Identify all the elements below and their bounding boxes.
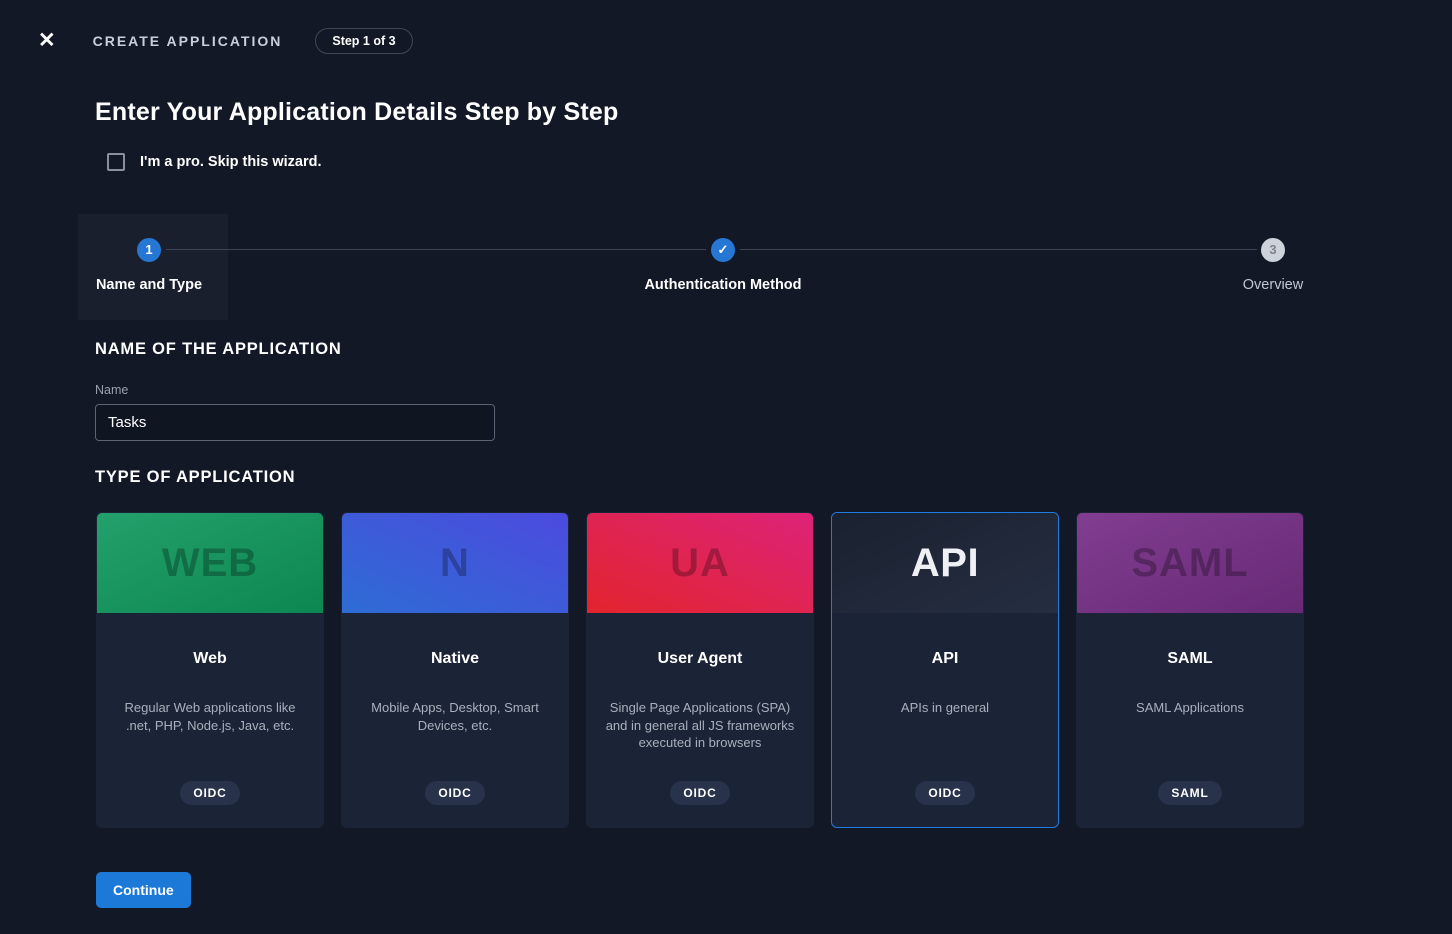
- application-type-cards: WEB Web Regular Web applications like .n…: [96, 512, 1452, 828]
- card-description: Mobile Apps, Desktop, Smart Devices, etc…: [360, 699, 550, 734]
- wizard-title: CREATE APPLICATION: [93, 33, 283, 49]
- skip-wizard-checkbox[interactable]: [107, 153, 125, 171]
- step-label: Overview: [1173, 277, 1373, 293]
- card-title: SAML: [1167, 650, 1212, 668]
- step-label: Name and Type: [49, 277, 249, 293]
- card-header: N: [342, 513, 568, 613]
- card-header: WEB: [97, 513, 323, 613]
- card-body: User Agent Single Page Applications (SPA…: [587, 613, 813, 827]
- card-abbreviation: UA: [670, 541, 730, 586]
- step-count-badge: Step 1 of 3: [315, 28, 412, 54]
- card-body: Web Regular Web applications like .net, …: [97, 613, 323, 827]
- application-type-card[interactable]: SAML SAML SAML Applications SAML: [1076, 512, 1304, 828]
- application-name-input[interactable]: [95, 404, 495, 441]
- type-section-heading: TYPE OF APPLICATION: [95, 468, 1452, 487]
- card-description: SAML Applications: [1136, 699, 1244, 717]
- stepper: 1 Name and Type ✓ Authentication Method …: [0, 214, 1452, 320]
- card-title: Native: [431, 650, 479, 668]
- name-section-heading: NAME OF THE APPLICATION: [95, 340, 1452, 359]
- stepper-step: 3 Overview: [1173, 238, 1373, 293]
- card-abbreviation: SAML: [1131, 541, 1248, 586]
- card-abbreviation: WEB: [162, 541, 258, 586]
- step-indicator: 3: [1261, 238, 1285, 262]
- continue-button[interactable]: Continue: [96, 872, 191, 908]
- skip-wizard-toggle[interactable]: I'm a pro. Skip this wizard.: [107, 153, 322, 171]
- page-title: Enter Your Application Details Step by S…: [95, 98, 1452, 127]
- application-type-card[interactable]: N Native Mobile Apps, Desktop, Smart Dev…: [341, 512, 569, 828]
- card-title: User Agent: [658, 650, 743, 668]
- card-header: SAML: [1077, 513, 1303, 613]
- check-icon: ✓: [711, 238, 735, 262]
- protocol-badge: OIDC: [670, 781, 729, 805]
- step-label: Authentication Method: [623, 277, 823, 293]
- card-body: Native Mobile Apps, Desktop, Smart Devic…: [342, 613, 568, 827]
- card-body: API APIs in general OIDC: [832, 613, 1058, 827]
- card-title: Web: [193, 650, 226, 668]
- protocol-badge: SAML: [1158, 781, 1221, 805]
- skip-wizard-label: I'm a pro. Skip this wizard.: [140, 154, 322, 170]
- name-field-label: Name: [95, 383, 1452, 397]
- protocol-badge: OIDC: [425, 781, 484, 805]
- stepper-step: 1 Name and Type: [49, 238, 249, 293]
- card-description: Single Page Applications (SPA) and in ge…: [605, 699, 795, 752]
- protocol-badge: OIDC: [915, 781, 974, 805]
- card-description: APIs in general: [901, 699, 989, 717]
- protocol-badge: OIDC: [180, 781, 239, 805]
- card-description: Regular Web applications like .net, PHP,…: [115, 699, 305, 734]
- application-type-card[interactable]: WEB Web Regular Web applications like .n…: [96, 512, 324, 828]
- card-abbreviation: API: [911, 541, 979, 586]
- card-header: UA: [587, 513, 813, 613]
- card-title: API: [932, 650, 959, 668]
- topbar: ✕ CREATE APPLICATION Step 1 of 3: [0, 0, 1452, 56]
- card-header: API: [832, 513, 1058, 613]
- application-type-card[interactable]: UA User Agent Single Page Applications (…: [586, 512, 814, 828]
- card-body: SAML SAML Applications SAML: [1077, 613, 1303, 827]
- close-icon[interactable]: ✕: [38, 30, 56, 52]
- step-indicator: 1: [137, 238, 161, 262]
- card-abbreviation: N: [440, 541, 470, 586]
- stepper-step: ✓ Authentication Method: [623, 238, 823, 293]
- application-type-card[interactable]: API API APIs in general OIDC: [831, 512, 1059, 828]
